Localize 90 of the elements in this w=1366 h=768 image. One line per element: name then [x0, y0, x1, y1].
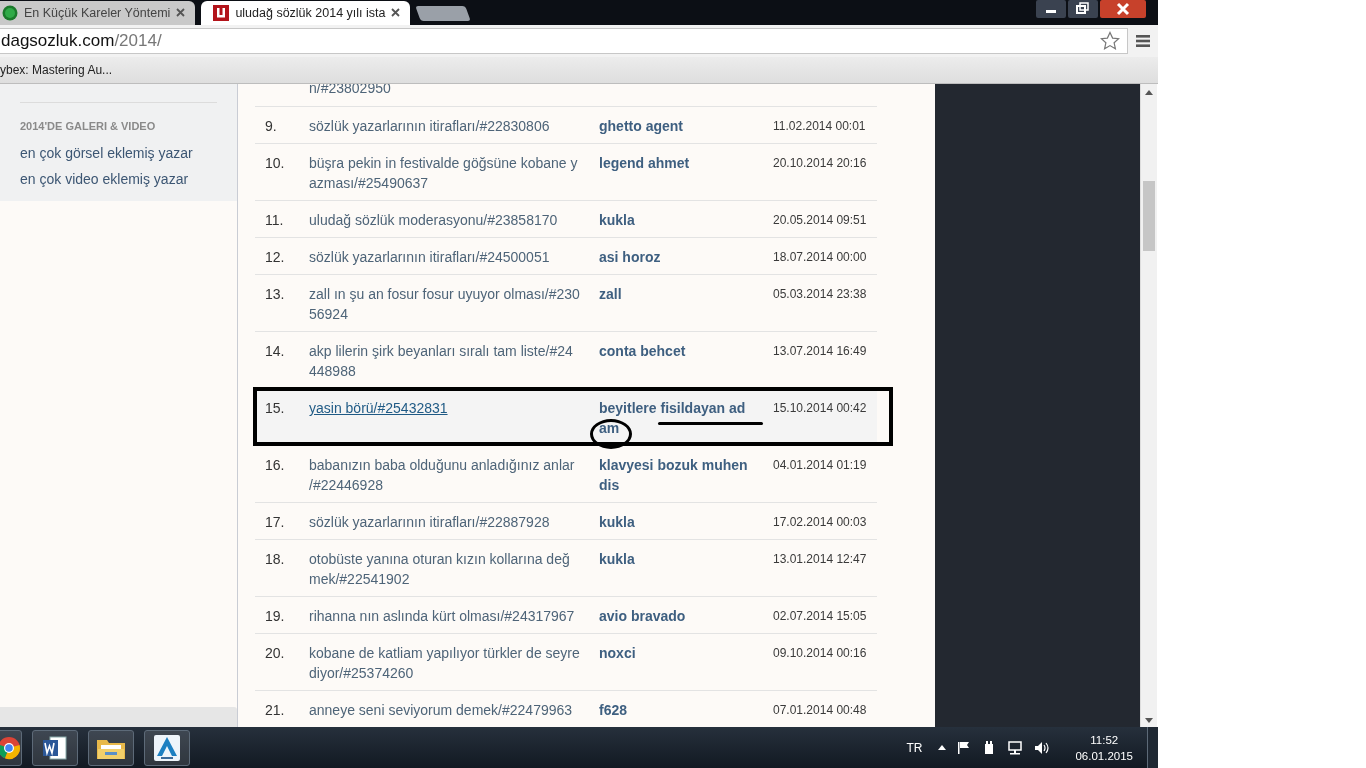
row-number: 13.: [264, 284, 286, 304]
restore-icon[interactable]: [1068, 0, 1098, 18]
entry-date: 17.02.2014 00:03: [773, 513, 868, 531]
document-icon: [41, 733, 69, 762]
entry-title-link[interactable]: büşra pekin in festivalde göğsüne kobane yazması/#25490637: [309, 152, 599, 193]
sidebar-link[interactable]: en çok görsel eklemiş yazar: [20, 139, 217, 166]
show-hidden-icons-icon[interactable]: [938, 745, 947, 750]
entry-title-link[interactable]: babanızın baba olduğunu anladığınız anlar /#22446928: [309, 454, 599, 495]
row-number: 10.: [264, 153, 286, 173]
author-link[interactable]: conta behcet: [599, 340, 773, 381]
entry-title-link[interactable]: kobane de katliam yapılıyor türkler de seyrediyor/#25374260: [309, 642, 599, 683]
entry-title-link[interactable]: akp lilerin şirk beyanları sıralı tam liste/#24448988: [309, 340, 599, 381]
author-link[interactable]: ghetto agent: [599, 115, 773, 136]
site-logo-icon: [213, 4, 230, 21]
language-indicator[interactable]: TR: [906, 740, 923, 755]
star-icon[interactable]: [1100, 30, 1120, 51]
author-link[interactable]: kukla: [599, 511, 773, 532]
entry-title-link[interactable]: otobüste yanına oturan kızın kollarına değmek/#22541902: [309, 548, 599, 589]
row-number: 14.: [264, 341, 286, 361]
clock-time[interactable]: 11:52: [1090, 731, 1119, 748]
minimize-icon[interactable]: [1036, 0, 1066, 18]
row-number: 18.: [264, 549, 286, 569]
row-number: 19.: [264, 606, 286, 626]
row-number: 12.: [264, 247, 286, 267]
entry-date: 15.10.2014 00:42: [773, 399, 868, 417]
taskbar-button[interactable]: [144, 729, 190, 766]
clock-date[interactable]: 06.01.2015: [1075, 747, 1133, 764]
row-number: 16.: [264, 455, 286, 475]
author-link[interactable]: noxci: [599, 642, 773, 683]
triangle-logo-icon: [153, 733, 181, 762]
circle-mark: [590, 418, 632, 449]
address-bar[interactable]: dagsozluk.com/2014/: [0, 27, 1128, 54]
browser-tab[interactable]: En Küçük Kareler Yöntemi: [0, 0, 196, 25]
entry-date: 09.10.2014 00:16: [773, 644, 868, 662]
entry-title-link[interactable]: anneye seni seviyorum demek/#22479963: [309, 699, 599, 720]
sidebar-link[interactable]: en çok video eklemiş yazar: [20, 165, 217, 192]
close-icon[interactable]: [391, 8, 401, 18]
author-link[interactable]: beyitlere fisildayan adam: [599, 397, 773, 438]
scroll-down-icon[interactable]: [1145, 718, 1153, 723]
entry-date: 18.07.2014 00:00: [773, 248, 868, 266]
volume-icon[interactable]: [1034, 740, 1051, 755]
author-link[interactable]: kukla: [599, 209, 773, 230]
entry-date: 20.05.2014 09:51: [773, 211, 868, 229]
row-number: 21.: [264, 700, 286, 720]
show-desktop-button[interactable]: [1147, 727, 1158, 768]
network-icon[interactable]: [1007, 740, 1024, 755]
row-number: 15.: [264, 398, 286, 418]
site-logo-icon: [2, 4, 18, 21]
entry-title-link[interactable]: yasin börü/#25432831: [309, 397, 467, 418]
author-link[interactable]: kukla: [599, 548, 773, 589]
row-number: 11.: [264, 210, 285, 230]
entry-title-link[interactable]: zall ın şu an fosur fosur uyuyor olması/#23056924: [309, 283, 599, 324]
row-number: 20.: [264, 643, 286, 663]
author-link[interactable]: asi horoz: [599, 246, 773, 267]
entry-date: 04.01.2014 01:19: [773, 456, 868, 474]
new-tab-button[interactable]: [415, 5, 472, 21]
row-number: 17.: [264, 512, 286, 532]
browser-icon: [0, 735, 21, 760]
entry-title-link[interactable]: sözlük yazarlarının itirafları/#22887928: [309, 511, 599, 532]
section-heading: 2014'DE GALERI & VIDEO: [20, 101, 217, 133]
tab-title: En Küçük Kareler Yöntemi: [24, 5, 171, 20]
entry-date: 20.10.2014 20:16: [773, 154, 868, 172]
entry-title-link[interactable]: uludağ sözlük moderasyonu/#23858170: [309, 209, 599, 230]
entry-date: 05.03.2014 23:38: [773, 285, 868, 303]
bookmark[interactable]: ybex: Mastering Au...: [0, 62, 113, 77]
entry-date: 11.02.2014 00:01: [773, 117, 867, 135]
author-link[interactable]: avio bravado: [599, 605, 773, 626]
taskbar-button[interactable]: [32, 729, 78, 766]
tab-title: uludağ sözlük 2014 yılı ista: [235, 5, 386, 20]
close-icon[interactable]: [1100, 0, 1146, 18]
entry-title-link[interactable]: rihanna nın aslında kürt olması/#24317967: [309, 605, 599, 626]
author-link[interactable]: zall: [599, 283, 773, 324]
scrollbar[interactable]: [1140, 83, 1157, 727]
author-link[interactable]: klavyesi bozuk muhendis: [599, 454, 773, 495]
close-icon[interactable]: [176, 8, 186, 18]
flag-icon[interactable]: [957, 740, 972, 755]
author-link[interactable]: f628: [599, 699, 773, 720]
entry-date: 07.01.2014 00:48: [773, 701, 868, 719]
entry-title-link[interactable]: sözlük yazarlarının itirafları/#24500051: [309, 246, 599, 267]
browser-tab[interactable]: uludağ sözlük 2014 yılı ista: [201, 0, 411, 25]
entry-date: 13.01.2014 12:47: [773, 550, 868, 568]
menu-icon[interactable]: [1136, 33, 1150, 48]
row-number: 9.: [264, 116, 278, 136]
entry-date: 02.07.2014 15:05: [773, 607, 868, 625]
taskbar-button[interactable]: [88, 729, 134, 766]
scroll-thumb[interactable]: [1143, 180, 1155, 251]
entry-title-link[interactable]: sözlük yazarlarının itirafları/#22830806: [309, 115, 599, 136]
scroll-up-icon[interactable]: [1145, 89, 1153, 95]
entry-date: 13.07.2014 16:49: [773, 342, 868, 360]
author-link[interactable]: legend ahmet: [599, 152, 773, 193]
